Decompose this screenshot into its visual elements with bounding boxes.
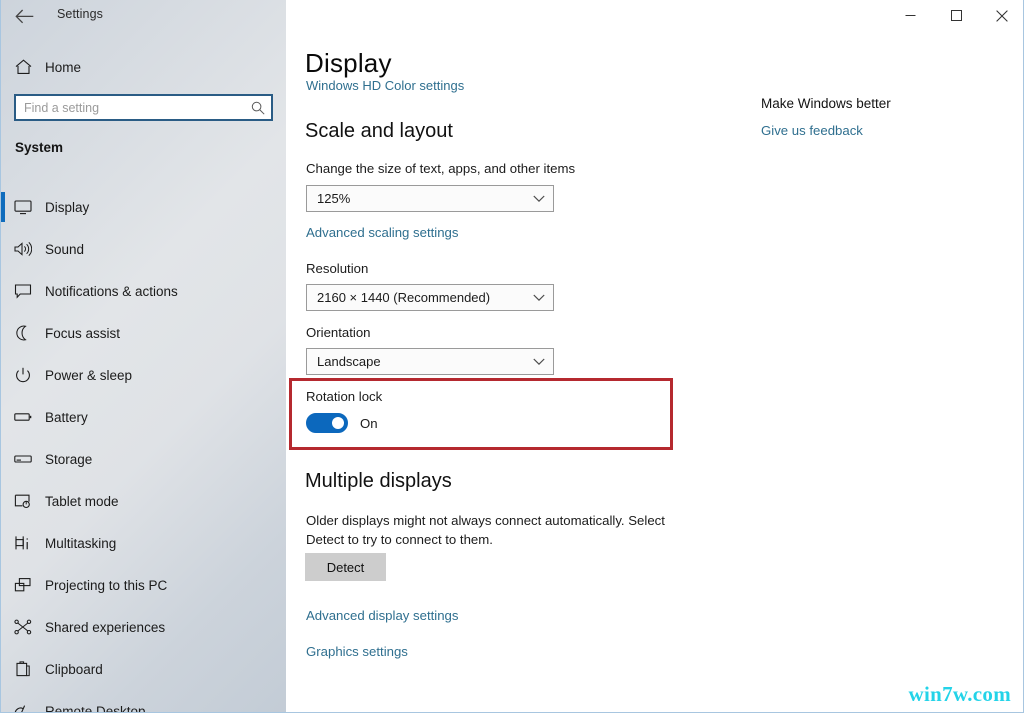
sidebar-item-remote-desktop[interactable]: Remote Desktop — [1, 690, 286, 713]
sidebar-item-projecting[interactable]: Projecting to this PC — [1, 564, 286, 606]
maximize-button[interactable] — [933, 0, 979, 31]
multitasking-icon — [1, 535, 45, 551]
close-icon — [996, 9, 1008, 22]
sidebar-item-sound[interactable]: Sound — [1, 228, 286, 270]
orientation-dropdown[interactable]: Landscape — [306, 348, 554, 375]
sidebar-item-label: Multitasking — [45, 535, 117, 551]
search-icon — [245, 101, 271, 115]
sidebar-item-shared-experiences[interactable]: Shared experiences — [1, 606, 286, 648]
minimize-icon — [905, 15, 915, 16]
sidebar-home-label: Home — [45, 59, 82, 75]
minimize-button[interactable] — [887, 0, 933, 31]
selection-indicator — [1, 192, 5, 222]
multiple-displays-description: Older displays might not always connect … — [306, 513, 665, 547]
sidebar-item-focus-assist[interactable]: Focus assist — [1, 312, 286, 354]
sidebar-item-label: Power & sleep — [45, 367, 133, 383]
share-icon — [1, 619, 45, 635]
multiple-displays-heading: Multiple displays — [305, 470, 452, 492]
scale-dropdown-value: 125% — [317, 191, 351, 206]
rotation-lock-label: Rotation lock — [306, 389, 383, 404]
monitor-icon — [1, 199, 45, 215]
sidebar-item-label: Projecting to this PC — [45, 577, 168, 593]
sidebar-item-label: Shared experiences — [45, 619, 166, 635]
projecting-icon — [1, 577, 45, 593]
chevron-down-icon — [525, 294, 553, 302]
search-box[interactable] — [14, 94, 273, 121]
sidebar: Home System — [1, 0, 286, 713]
scale-dropdown[interactable]: 125% — [306, 185, 554, 212]
power-icon — [1, 367, 45, 383]
sidebar-item-label: Clipboard — [45, 661, 103, 677]
resolution-dropdown-value: 2160 × 1440 (Recommended) — [317, 290, 491, 305]
detect-button[interactable]: Detect — [305, 553, 386, 581]
home-icon — [1, 59, 45, 75]
clipboard-icon — [1, 661, 45, 677]
sidebar-item-label: Focus assist — [45, 325, 121, 341]
give-us-feedback-link[interactable]: Give us feedback — [761, 123, 1001, 138]
main-content: Display Windows HD Color settings Scale … — [286, 0, 1023, 712]
orientation-label: Orientation — [306, 325, 371, 340]
back-arrow-icon — [14, 9, 33, 23]
search-input[interactable] — [16, 100, 245, 115]
sidebar-item-label: Remote Desktop — [45, 703, 146, 713]
app-title: Settings — [57, 7, 103, 21]
sidebar-item-label: Sound — [45, 241, 85, 257]
resolution-dropdown[interactable]: 2160 × 1440 (Recommended) — [306, 284, 554, 311]
sidebar-nav-list: Display Sound Notifications & actions Fo… — [1, 186, 286, 713]
sidebar-item-notifications[interactable]: Notifications & actions — [1, 270, 286, 312]
page-title: Display — [305, 48, 392, 78]
orientation-dropdown-value: Landscape — [317, 354, 381, 369]
rotation-lock-row: On — [306, 413, 378, 433]
notification-icon — [1, 283, 45, 299]
remote-desktop-icon — [1, 703, 45, 712]
chevron-down-icon — [525, 358, 553, 366]
resolution-label: Resolution — [306, 261, 369, 276]
sidebar-item-label: Display — [45, 199, 90, 215]
sidebar-item-power-sleep[interactable]: Power & sleep — [1, 354, 286, 396]
sidebar-item-label: Storage — [45, 451, 93, 467]
scale-and-layout-heading: Scale and layout — [305, 120, 453, 142]
sidebar-item-battery[interactable]: Battery — [1, 396, 286, 438]
windows-hd-color-settings-link[interactable]: Windows HD Color settings — [306, 80, 464, 94]
sidebar-item-label: Tablet mode — [45, 493, 119, 509]
tablet-icon — [1, 493, 45, 509]
sidebar-item-label: Battery — [45, 409, 88, 425]
make-windows-better-title: Make Windows better — [761, 96, 891, 111]
sidebar-item-tablet-mode[interactable]: Tablet mode — [1, 480, 286, 522]
speaker-icon — [1, 241, 45, 257]
rotation-lock-toggle[interactable] — [306, 413, 348, 433]
sidebar-item-clipboard[interactable]: Clipboard — [1, 648, 286, 690]
battery-icon — [1, 409, 45, 425]
scale-label: Change the size of text, apps, and other… — [306, 161, 576, 176]
right-panel: Make Windows better Give us feedback — [761, 96, 1001, 138]
rotation-lock-state: On — [360, 415, 378, 431]
advanced-scaling-settings-link[interactable]: Advanced scaling settings — [306, 225, 458, 240]
maximize-icon — [950, 10, 962, 21]
sidebar-item-home[interactable]: Home — [1, 52, 286, 82]
watermark: win7w.com — [908, 682, 1011, 706]
title-bar: Settings — [1, 0, 1023, 32]
moon-icon — [1, 325, 45, 341]
sidebar-item-label: Notifications & actions — [45, 283, 178, 299]
advanced-display-settings-link[interactable]: Advanced display settings — [306, 608, 458, 623]
toggle-knob — [332, 417, 344, 429]
sidebar-item-multitasking[interactable]: Multitasking — [1, 522, 286, 564]
chevron-down-icon — [525, 195, 553, 203]
sidebar-group-header: System — [15, 140, 64, 155]
close-button[interactable] — [979, 0, 1023, 31]
back-button[interactable] — [7, 2, 41, 30]
storage-icon — [1, 451, 45, 467]
graphics-settings-link[interactable]: Graphics settings — [306, 644, 408, 659]
sidebar-item-storage[interactable]: Storage — [1, 438, 286, 480]
settings-window: Settings Home Find a setting System Disp… — [0, 0, 1024, 713]
sidebar-item-display[interactable]: Display — [1, 186, 286, 228]
